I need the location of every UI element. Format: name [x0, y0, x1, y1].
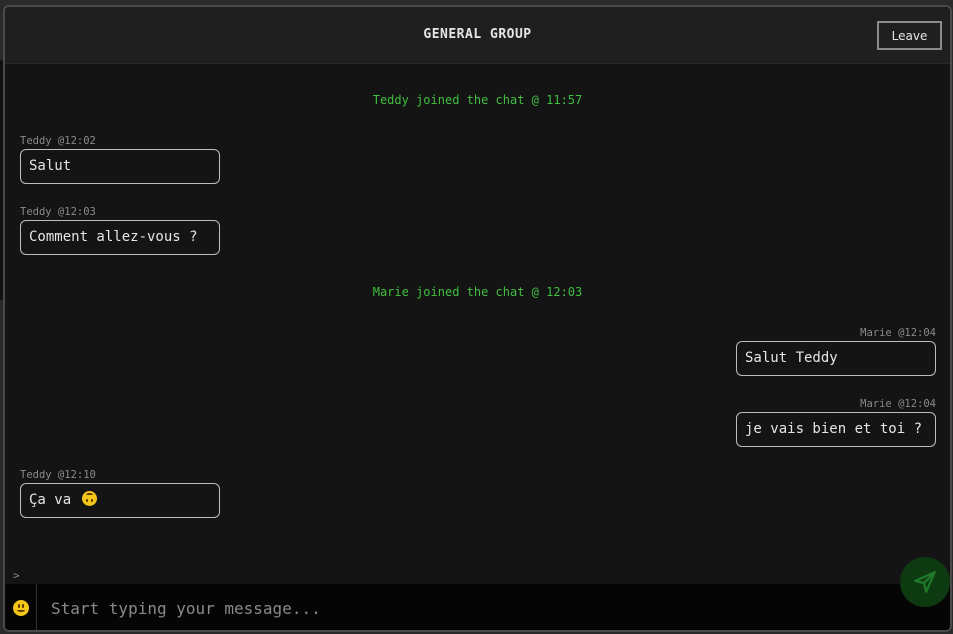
chat-message: Marie @12:04 je vais bien et toi ?: [736, 397, 936, 447]
message-input[interactable]: [43, 584, 883, 630]
emoji-picker-button[interactable]: [5, 584, 37, 630]
chat-message: Teddy @12:03 Comment allez-vous ?: [20, 205, 220, 255]
message-meta: Teddy @12:03: [20, 206, 96, 218]
prompt-indicator: >: [13, 569, 20, 582]
chat-title: GENERAL GROUP: [423, 27, 532, 42]
message-meta: Teddy @12:02: [20, 135, 96, 147]
send-icon: [914, 571, 936, 593]
upside-down-face-icon: [81, 491, 97, 506]
system-message: Marie joined the chat @ 12:03: [372, 285, 583, 299]
chat-message: Teddy @12:02 Salut: [20, 134, 220, 184]
message-list: Teddy joined the chat @ 11:57 Teddy @12:…: [5, 64, 950, 584]
chat-window: GENERAL GROUP Leave Teddy joined the cha…: [3, 5, 952, 632]
message-composer: [5, 584, 950, 630]
send-button[interactable]: [900, 557, 950, 607]
chat-header: GENERAL GROUP Leave: [5, 7, 950, 64]
message-meta: Marie @12:04: [860, 398, 936, 410]
message-bubble: Salut: [20, 149, 220, 184]
message-bubble: Comment allez-vous ?: [20, 220, 220, 255]
message-bubble: Salut Teddy: [736, 341, 936, 376]
message-bubble: Ça va: [20, 483, 220, 518]
message-meta: Teddy @12:10: [20, 469, 96, 481]
smiley-icon: [12, 600, 29, 616]
message-meta: Marie @12:04: [860, 327, 936, 339]
chat-message: Marie @12:04 Salut Teddy: [736, 326, 936, 376]
leave-button[interactable]: Leave: [877, 21, 942, 50]
system-message: Teddy joined the chat @ 11:57: [372, 93, 583, 107]
chat-message: Teddy @12:10 Ça va: [20, 468, 220, 518]
message-text: Ça va: [29, 492, 72, 508]
message-bubble: je vais bien et toi ?: [736, 412, 936, 447]
